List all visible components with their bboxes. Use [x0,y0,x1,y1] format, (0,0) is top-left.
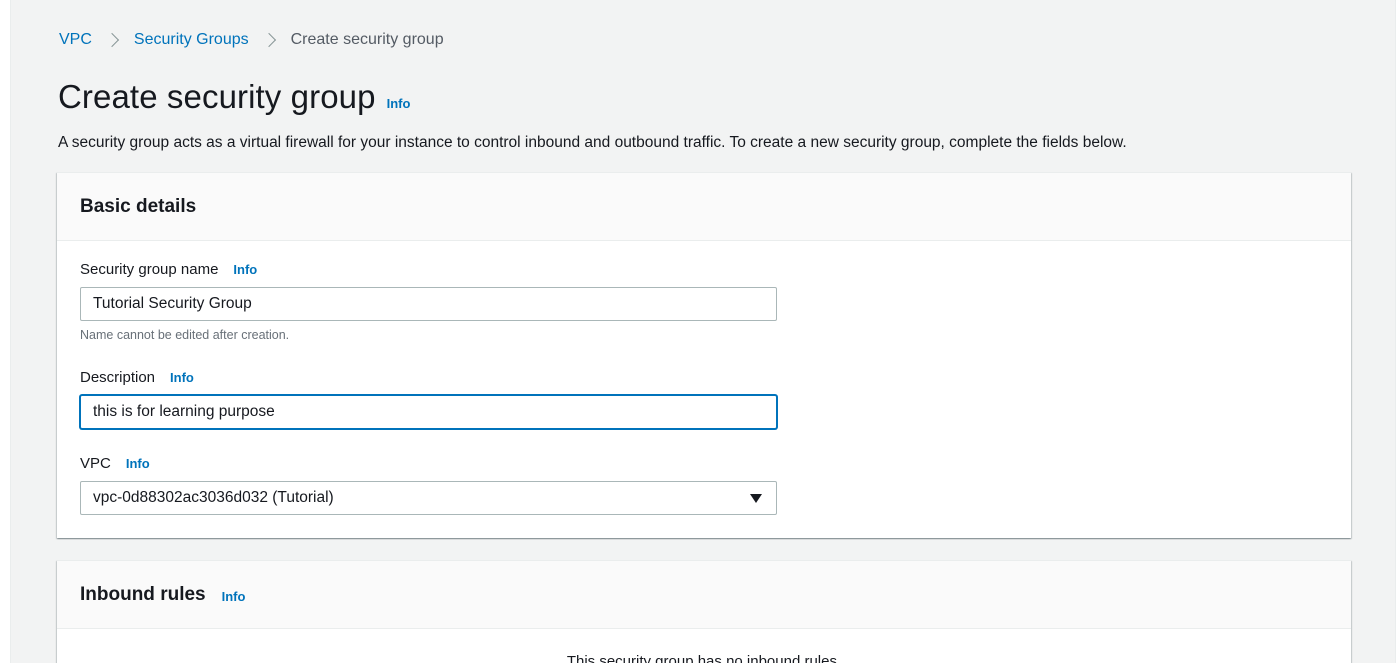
security-group-name-info-link[interactable]: Info [233,262,257,277]
description-info-link[interactable]: Info [170,370,194,385]
security-group-name-input[interactable]: Tutorial Security Group [80,287,777,321]
breadcrumb-link-vpc[interactable]: VPC [59,31,92,49]
security-group-name-label-row: Security group name Info [80,260,777,278]
page-description: A security group acts as a virtual firew… [58,134,1127,151]
content-area: VPC Security Groups Create security grou… [10,0,1396,663]
page-title: Create security group [58,78,376,115]
vpc-info-link[interactable]: Info [126,456,150,471]
inbound-rules-info-link[interactable]: Info [222,589,246,604]
security-group-name-hint: Name cannot be edited after creation. [80,328,290,342]
breadcrumb-current: Create security group [290,31,444,48]
basic-details-title: Basic details [80,195,197,217]
description-label-row: Description Info [80,368,777,386]
vpc-label: VPC [80,454,111,472]
basic-details-panel: Basic details Security group name Info T… [57,172,1351,538]
security-group-name-field: Security group name Info Tutorial Securi… [80,260,777,342]
inbound-rules-header: Inbound rules Info [57,561,1351,629]
description-input[interactable]: this is for learning purpose [80,395,777,429]
chevron-right-icon [261,30,279,50]
vpc-selected-value: vpc-0d88302ac3036d032 (Tutorial) [93,489,334,506]
vpc-select[interactable]: vpc-0d88302ac3036d032 (Tutorial) [80,481,777,515]
description-value: this is for learning purpose [93,403,275,420]
security-group-name-label: Security group name [80,260,219,278]
breadcrumb-link-security-groups[interactable]: Security Groups [134,31,249,49]
caret-down-icon [750,493,762,503]
inbound-rules-empty-text: This security group has no inbound rules… [566,653,842,663]
chevron-right-icon [104,30,122,50]
description-field: Description Info this is for learning pu… [80,368,777,429]
page-info-link[interactable]: Info [387,96,411,111]
inbound-rules-panel: Inbound rules Info This security group h… [57,560,1351,663]
breadcrumb: VPC Security Groups Create security grou… [59,30,444,50]
inbound-rules-title: Inbound rules [80,583,206,605]
basic-details-body: Security group name Info Tutorial Securi… [57,241,1351,515]
basic-details-header: Basic details [57,173,1351,241]
description-label: Description [80,368,156,386]
security-group-name-value: Tutorial Security Group [93,295,252,312]
vpc-label-row: VPC Info [80,454,777,472]
page-header: Create security group Info [58,78,410,116]
vpc-field: VPC Info vpc-0d88302ac3036d032 (Tutorial… [80,454,777,515]
